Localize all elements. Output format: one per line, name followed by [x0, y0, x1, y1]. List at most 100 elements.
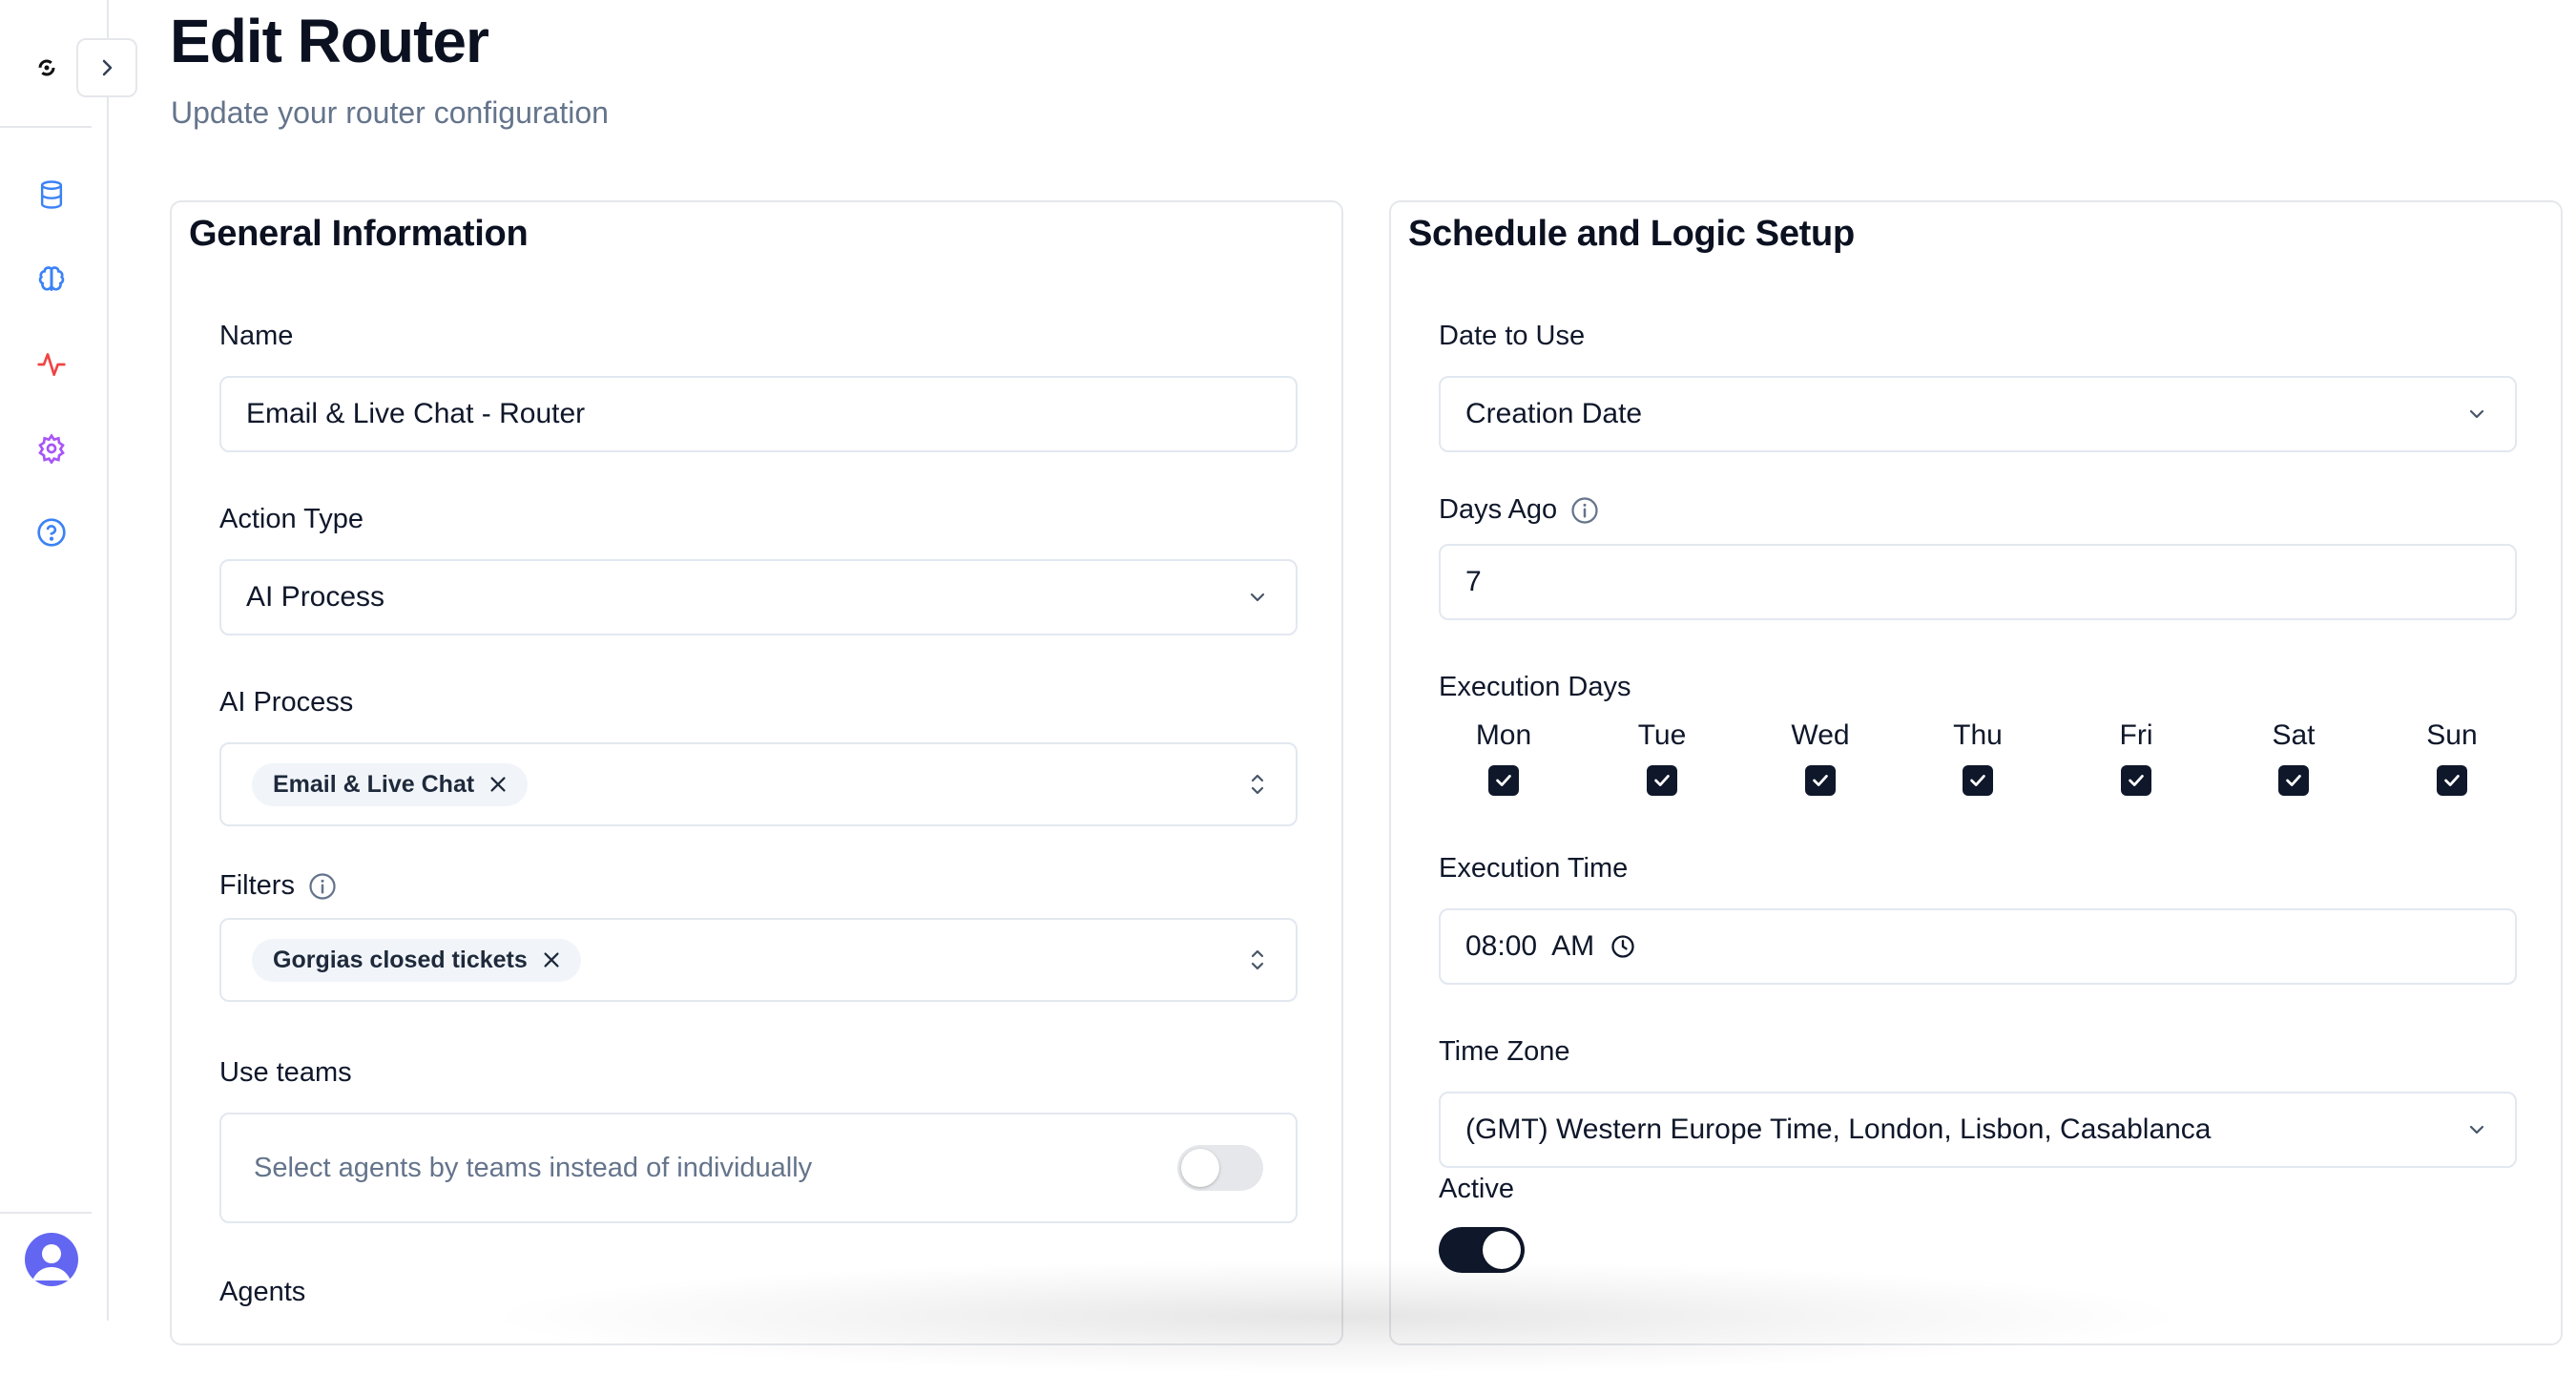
toggle-knob — [1181, 1149, 1219, 1187]
day-tue: Tue — [1610, 719, 1714, 796]
date-to-use-label: Date to Use — [1439, 321, 1585, 352]
database-icon[interactable] — [34, 177, 69, 212]
active-toggle[interactable] — [1439, 1227, 1525, 1273]
action-type-label: Action Type — [219, 504, 364, 535]
days-ago-input[interactable]: 7 — [1439, 544, 2517, 620]
day-label: Sun — [2426, 719, 2478, 751]
avatar[interactable] — [25, 1233, 78, 1286]
sidebar-divider — [0, 1212, 92, 1214]
use-teams-box: Select agents by teams instead of indivi… — [219, 1113, 1298, 1223]
sidebar — [0, 0, 109, 1321]
action-type-select[interactable]: AI Process — [219, 559, 1298, 635]
chevron-down-icon — [1244, 584, 1271, 611]
info-icon[interactable] — [1570, 496, 1599, 525]
day-sun: Sun — [2399, 719, 2504, 796]
chevron-up-down-icon — [1244, 947, 1271, 973]
execution-days-grid: Mon Tue Wed Thu Fri Sat Sun — [1439, 719, 2517, 815]
agents-label: Agents — [219, 1277, 305, 1308]
card-title: Schedule and Logic Setup — [1408, 214, 1855, 254]
day-checkbox[interactable] — [1805, 765, 1836, 796]
check-icon — [1654, 775, 1670, 786]
day-mon: Mon — [1451, 719, 1556, 796]
agents-label-text: Agents — [219, 1277, 306, 1307]
toggle-knob — [1483, 1231, 1521, 1269]
use-teams-label: Use teams — [219, 1057, 352, 1089]
execution-time-label-text: Execution Time — [1439, 853, 1629, 884]
sidebar-divider — [0, 126, 92, 128]
ai-process-label-text: AI Process — [219, 687, 354, 718]
days-ago-value: 7 — [1465, 566, 1482, 597]
execution-days-label-text: Execution Days — [1439, 672, 1631, 702]
day-fri: Fri — [2084, 719, 2189, 796]
name-input-value: Email & Live Chat - Router — [246, 398, 586, 429]
card-title: General Information — [189, 214, 529, 254]
gear-icon[interactable] — [34, 431, 69, 466]
time-zone-label: Time Zone — [1439, 1036, 1570, 1068]
day-label: Thu — [1953, 719, 2003, 751]
info-icon[interactable] — [308, 872, 337, 901]
day-label: Mon — [1475, 719, 1532, 751]
app-logo[interactable] — [34, 55, 59, 80]
chevron-up-down-icon — [1244, 771, 1271, 798]
time-zone-label-text: Time Zone — [1439, 1036, 1570, 1067]
help-circle-icon[interactable] — [34, 515, 69, 550]
day-wed: Wed — [1768, 719, 1873, 796]
activity-icon[interactable] — [34, 347, 69, 382]
day-label: Tue — [1637, 719, 1687, 751]
check-icon — [1496, 775, 1511, 786]
check-icon — [2286, 775, 2301, 786]
date-label-text: Date to Use — [1439, 321, 1586, 351]
day-checkbox[interactable] — [2437, 765, 2467, 796]
action-type-value: AI Process — [246, 581, 385, 613]
time-zone-select[interactable]: (GMT) Western Europe Time, London, Lisbo… — [1439, 1092, 2517, 1168]
days-ago-label-text: Days Ago — [1439, 494, 1558, 525]
action-type-label-text: Action Type — [219, 504, 364, 534]
name-input[interactable]: Email & Live Chat - Router — [219, 376, 1298, 452]
filters-multiselect[interactable]: Gorgias closed tickets — [219, 918, 1298, 1002]
name-label: Name — [219, 321, 293, 352]
day-thu: Thu — [1925, 719, 2030, 796]
ai-process-tag-label: Email & Live Chat — [273, 770, 475, 798]
day-label: Sat — [2272, 719, 2316, 751]
active-label-text: Active — [1439, 1174, 1514, 1204]
day-checkbox[interactable] — [1647, 765, 1677, 796]
date-to-use-select[interactable]: Creation Date — [1439, 376, 2517, 452]
filter-tag-label: Gorgias closed tickets — [273, 946, 528, 973]
schedule-logic-card: Schedule and Logic Setup Date to Use Cre… — [1389, 200, 2563, 1345]
date-to-use-value: Creation Date — [1465, 398, 1643, 429]
use-teams-toggle[interactable] — [1177, 1145, 1263, 1191]
ai-process-tag: Email & Live Chat — [252, 762, 529, 806]
brain-icon[interactable] — [34, 262, 69, 297]
execution-time-input[interactable]: 08:00 AM — [1439, 908, 2517, 985]
filters-label: Filters — [219, 870, 337, 902]
check-icon — [1813, 775, 1828, 786]
time-zone-value: (GMT) Western Europe Time, London, Lisbo… — [1465, 1114, 2212, 1145]
close-icon[interactable] — [541, 949, 562, 970]
clock-icon[interactable] — [1610, 933, 1636, 960]
execution-time-label: Execution Time — [1439, 853, 1628, 885]
page-subtitle: Update your router configuration — [171, 95, 609, 130]
day-sat: Sat — [2241, 719, 2346, 796]
day-checkbox[interactable] — [2278, 765, 2309, 796]
day-checkbox[interactable] — [1488, 765, 1519, 796]
day-checkbox[interactable] — [2121, 765, 2151, 796]
close-icon[interactable] — [488, 774, 509, 795]
use-teams-label-text: Use teams — [219, 1057, 352, 1088]
day-label: Wed — [1791, 719, 1850, 751]
check-icon — [2129, 775, 2144, 786]
name-label-text: Name — [219, 321, 294, 351]
day-checkbox[interactable] — [1963, 765, 1993, 796]
page-title: Edit Router — [170, 7, 489, 75]
ai-process-multiselect[interactable]: Email & Live Chat — [219, 742, 1298, 826]
days-ago-label: Days Ago — [1439, 494, 1599, 526]
use-teams-description: Select agents by teams instead of indivi… — [254, 1152, 813, 1183]
chevron-right-icon — [102, 59, 113, 76]
sidebar-toggle-button[interactable] — [76, 38, 137, 97]
ai-process-label: AI Process — [219, 687, 353, 718]
filters-label-text: Filters — [219, 870, 295, 901]
execution-days-label: Execution Days — [1439, 672, 1631, 703]
filter-tag: Gorgias closed tickets — [252, 938, 581, 982]
day-label: Fri — [2119, 719, 2153, 751]
general-information-card: General Information Name Email & Live Ch… — [170, 200, 1343, 1345]
execution-time-value: 08:00 AM — [1465, 930, 1595, 962]
